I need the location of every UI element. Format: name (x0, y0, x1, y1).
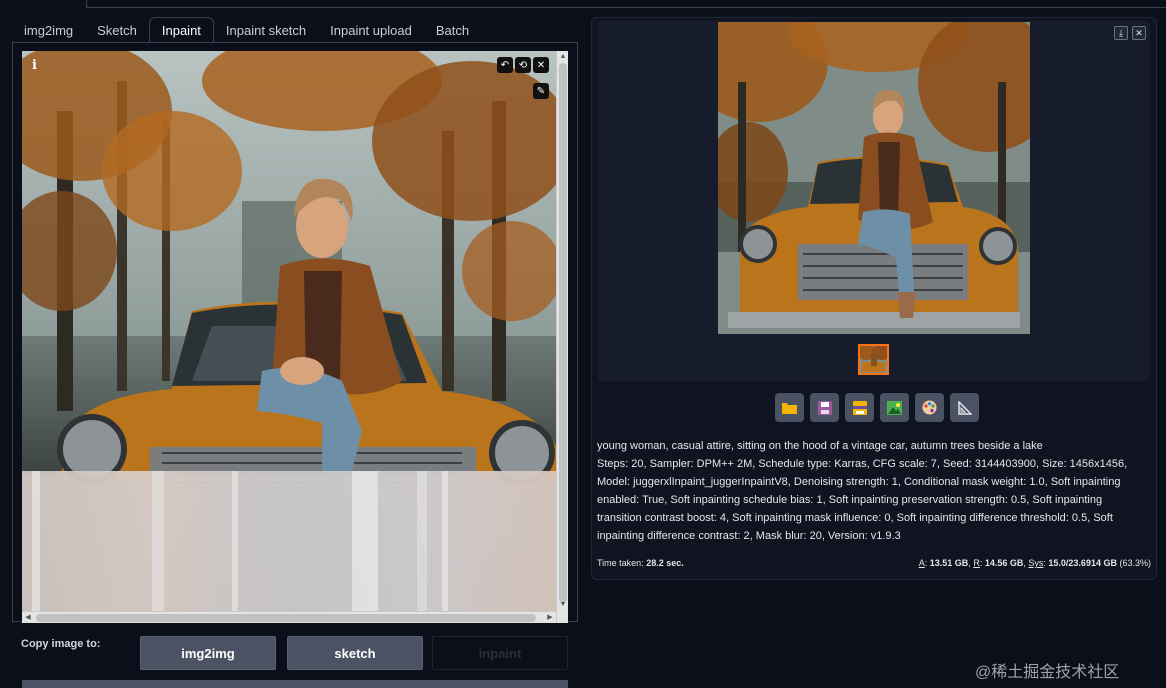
undo-icon[interactable]: ↶ (497, 57, 513, 73)
performance-stats: Time taken: 28.2 sec. A: 13.51 GB, R: 14… (597, 558, 1151, 570)
scroll-thumb[interactable] (559, 63, 567, 603)
tab-img2img[interactable]: img2img (12, 17, 85, 43)
copy-image-label: Copy image to: (21, 638, 101, 650)
close-icon[interactable]: ✕ (533, 57, 549, 73)
scroll-right-icon[interactable]: ▶ (545, 613, 555, 623)
vram-sys-percent: (63.3%) (1119, 558, 1151, 568)
vram-active-label: A (918, 558, 925, 568)
vram-active-value: 13.51 GB (929, 558, 969, 568)
time-taken-value: 28.2 sec. (646, 558, 684, 568)
vram-reserved-value: 14.56 GB (984, 558, 1024, 568)
generation-params: Steps: 20, Sampler: DPM++ 2M, Schedule t… (597, 458, 1128, 542)
send-to-inpaint-icon[interactable] (915, 393, 944, 422)
vram-sys-label: Sys (1028, 558, 1044, 568)
zip-icon[interactable] (845, 393, 874, 422)
tab-inpaint-upload[interactable]: Inpaint upload (318, 17, 424, 43)
canvas-vertical-scrollbar[interactable]: ▲ ▼ (556, 51, 568, 623)
scroll-thumb[interactable] (36, 614, 536, 622)
info-icon[interactable]: i (32, 58, 44, 74)
save-icon[interactable] (810, 393, 839, 422)
generation-info: young woman, casual attire, sitting on t… (597, 437, 1147, 545)
tab-sketch[interactable]: Sketch (85, 17, 149, 43)
result-image[interactable] (718, 22, 1030, 334)
close-icon[interactable]: ✕ (1132, 26, 1146, 40)
watermark: @稀土掘金技术社区 (975, 664, 1120, 681)
gallery-actions (775, 393, 979, 422)
copy-to-inpaint-button: inpaint (432, 636, 568, 670)
scroll-left-icon[interactable]: ◀ (23, 613, 33, 623)
tab-inpaint-sketch[interactable]: Inpaint sketch (214, 17, 318, 43)
reset-icon[interactable]: ⟲ (515, 57, 531, 73)
folder-icon[interactable] (775, 393, 804, 422)
vram-reserved-label: R (973, 558, 980, 568)
vram-sys-value: 15.0/23.6914 GB (1048, 558, 1117, 568)
copy-to-sketch-button[interactable]: sketch (287, 636, 423, 670)
send-to-img2img-icon[interactable] (880, 393, 909, 422)
memory-stats: A: 13.51 GB, R: 14.56 GB, Sys: 15.0/23.6… (918, 558, 1151, 568)
download-icon[interactable]: ⤓ (1114, 26, 1128, 40)
tab-inpaint[interactable]: Inpaint (148, 17, 214, 43)
top-panel-edge (86, 0, 1166, 8)
canvas-horizontal-scrollbar[interactable]: ◀ ▶ (22, 611, 556, 623)
scroll-down-icon[interactable]: ▼ (558, 600, 568, 610)
tab-bar: img2img Sketch Inpaint Inpaint sketch In… (12, 17, 481, 43)
brush-icon[interactable]: ✎ (533, 83, 549, 99)
generation-prompt: young woman, casual attire, sitting on t… (597, 440, 1043, 452)
generate-bar[interactable] (22, 680, 568, 688)
send-to-extras-icon[interactable] (950, 393, 979, 422)
copy-to-img2img-button[interactable]: img2img (140, 636, 276, 670)
inpaint-canvas[interactable] (22, 51, 556, 611)
time-taken-label: Time taken: (597, 558, 644, 568)
tab-batch[interactable]: Batch (424, 17, 481, 43)
scroll-up-icon[interactable]: ▲ (558, 52, 568, 62)
gallery-thumbnail[interactable] (858, 344, 889, 375)
